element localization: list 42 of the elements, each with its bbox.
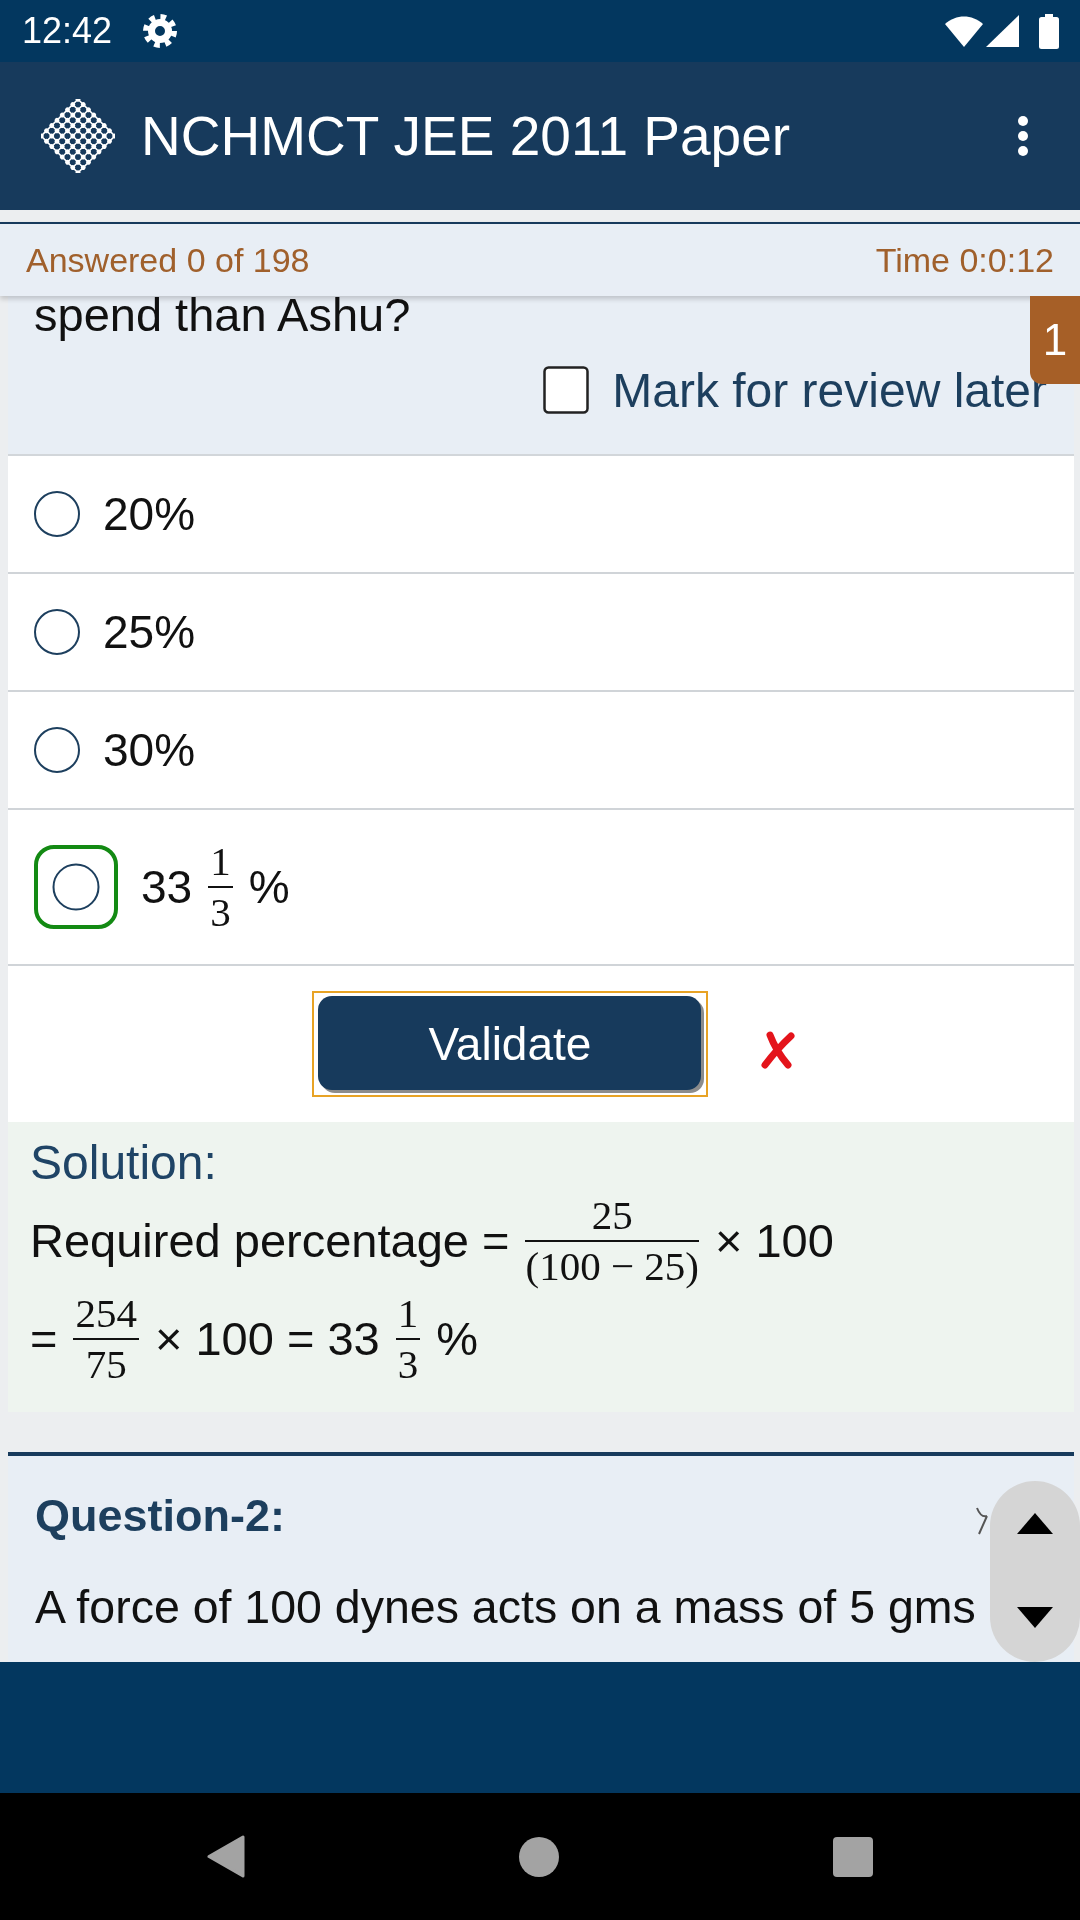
- review-checkbox[interactable]: [543, 366, 590, 414]
- diamond-lattice-logo-icon: [41, 99, 115, 173]
- app-title: NCHMCT JEE 2011 Paper: [141, 104, 791, 168]
- option-text: 33: [141, 861, 193, 913]
- back-icon[interactable]: [207, 1835, 245, 1878]
- caret-down-icon[interactable]: [1017, 1607, 1053, 1628]
- clock-time: 12:42: [22, 10, 113, 52]
- settings-icon: [143, 14, 178, 48]
- battery-icon: [1039, 13, 1059, 49]
- solution-text: =: [30, 1313, 58, 1365]
- question-text: spend than Ashu?: [34, 289, 411, 341]
- validate-button[interactable]: Validate: [312, 991, 708, 1097]
- radio-button[interactable]: [34, 609, 80, 655]
- radio-button[interactable]: [34, 727, 80, 773]
- radio-button[interactable]: [34, 845, 118, 929]
- recents-icon[interactable]: [833, 1836, 873, 1877]
- fraction-denominator: 3: [396, 1340, 420, 1387]
- fraction-numerator: 1: [395, 1291, 421, 1340]
- solution-text: %: [436, 1313, 478, 1365]
- solution-text: × 100 = 33: [154, 1313, 380, 1365]
- question-heading: Question-2:: [35, 1490, 285, 1542]
- elapsed-time: Time 0:0:12: [875, 240, 1054, 280]
- fraction-numerator: 254: [73, 1291, 139, 1340]
- signal-icon: [986, 15, 1019, 47]
- home-icon[interactable]: [519, 1836, 559, 1877]
- question-text: A force of 100 dynes acts on a mass of 5 gms: [35, 1580, 976, 1635]
- solution-heading: Solution:: [30, 1135, 217, 1191]
- option-text: 30%: [103, 724, 196, 776]
- fraction-denominator: 3: [209, 888, 232, 935]
- solution-text: Required percentage =: [30, 1215, 510, 1267]
- fraction-numerator: 1: [208, 839, 233, 888]
- radio-button[interactable]: [34, 491, 80, 537]
- option-text: %: [248, 861, 290, 913]
- fraction-denominator: (100 − 25): [525, 1242, 699, 1289]
- fraction-numerator: 25: [525, 1193, 699, 1242]
- wifi-icon: [945, 15, 983, 47]
- caret-up-icon[interactable]: [1017, 1513, 1053, 1534]
- answered-count: Answered 0 of 198: [26, 240, 310, 280]
- option-text: 25%: [103, 606, 196, 658]
- fraction-denominator: 75: [84, 1340, 128, 1387]
- option-text: 20%: [103, 488, 196, 540]
- solution-text: × 100: [714, 1215, 834, 1267]
